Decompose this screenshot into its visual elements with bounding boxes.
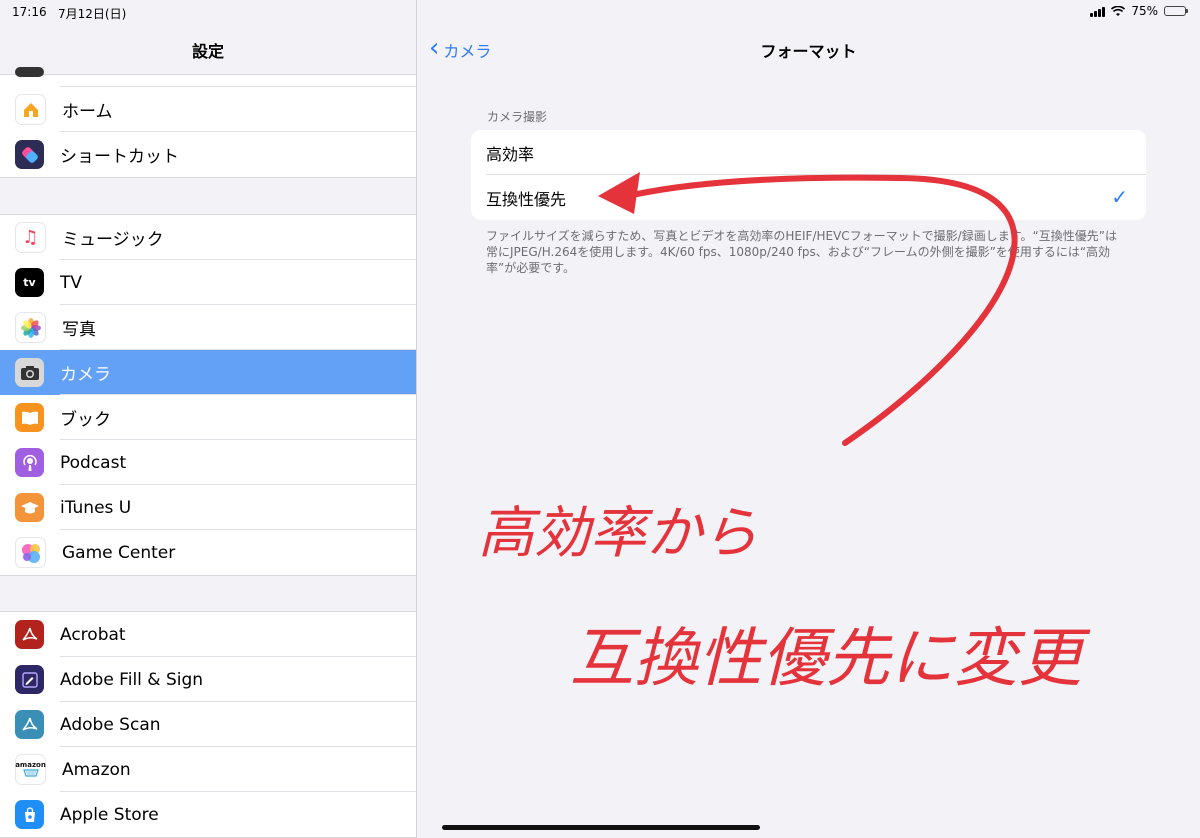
sidebar-item-label: iTunes U [60,497,132,518]
camera-icon [15,358,44,387]
podcast-icon [15,448,44,477]
partial-app-icon [15,67,44,77]
sidebar-item-label: カメラ [60,365,111,385]
sidebar-group-3: Acrobat Adobe Fill & Sign Adobe Scan ama… [0,611,416,838]
section-header: カメラ撮影 [487,110,548,124]
option-most-compatible[interactable]: 互換性優先 ✓ [471,175,1146,220]
checkmark-icon: ✓ [1111,185,1128,209]
option-label: 高効率 [486,144,535,164]
sidebar-item-label: ホーム [62,102,113,122]
home-icon [15,94,46,125]
sidebar-item-label: Apple Store [60,804,159,825]
sidebar-item-adobe-fill-sign[interactable]: Adobe Fill & Sign [0,657,416,702]
sidebar-item-music[interactable]: ♫ ミュージック [0,215,416,260]
sidebar-item-camera[interactable]: カメラ [0,350,416,395]
status-indicators: 75% [1090,4,1188,18]
adobe-scan-icon [15,710,44,739]
sidebar-item-label: Podcast [60,452,127,473]
option-label: 互換性優先 [486,189,567,209]
apple-store-icon [15,800,44,829]
sidebar-item-label: ショートカット [60,147,179,167]
sidebar-item-label: 写真 [62,320,96,340]
sidebar-item-label: Adobe Fill & Sign [60,669,204,690]
battery-icon [1164,6,1188,16]
sidebar-item-label: Acrobat [60,624,126,645]
sidebar-item-books[interactable]: ブック [0,395,416,440]
cellular-signal-icon [1090,6,1106,17]
acrobat-icon [15,620,44,649]
sidebar-item-photos[interactable]: 写真 [0,305,416,350]
option-high-efficiency[interactable]: 高効率 [471,130,1146,175]
page-title: フォーマット [760,42,857,61]
music-icon: ♫ [15,222,46,253]
sidebar-title: 設定 [191,42,224,61]
sidebar-group-1: ホーム ショートカット [0,67,416,178]
wifi-icon [1111,5,1126,16]
sidebar-item-amazon[interactable]: amazon Amazon [0,747,416,792]
sidebar-item-shortcuts[interactable]: ショートカット [0,132,416,177]
sidebar-item-label: Game Center [62,542,176,563]
home-indicator[interactable] [442,825,760,830]
sidebar-item-itunes-u[interactable]: iTunes U [0,485,416,530]
status-bar: 17:16 7月12日(日) 75% [0,0,1200,26]
amazon-icon: amazon [15,754,46,785]
sidebar-group-2: ♫ ミュージック tv TV 写真 カメラ ブック Podcast iTunes… [0,214,416,576]
amazon-wordmark: amazon [15,761,46,769]
itunes-u-icon [15,493,44,522]
battery-percent: 75% [1131,4,1158,18]
format-detail-pane: ‹ カメラ フォーマット カメラ撮影 高効率 互換性優先 ✓ ファイルサイズを減… [417,0,1200,838]
status-time: 17:16 [12,5,47,19]
status-date: 7月12日(日) [58,7,127,21]
sidebar-item-label: Adobe Scan [60,714,161,735]
sidebar-item-apple-store[interactable]: Apple Store [0,792,416,837]
tv-icon: tv [15,268,44,297]
sidebar-item-tv[interactable]: tv TV [0,260,416,305]
sidebar-item-home[interactable]: ホーム [0,87,416,132]
settings-sidebar: 設定 ホーム ショートカット ♫ ミュージック tv TV 写真 カメラ ブック… [0,0,417,838]
sidebar-item-label: ミュージック [62,230,164,250]
game-center-icon [15,537,46,568]
sidebar-item-podcast[interactable]: Podcast [0,440,416,485]
sidebar-item-adobe-scan[interactable]: Adobe Scan [0,702,416,747]
sidebar-item-label: TV [60,272,83,293]
adobe-fill-sign-icon [15,665,44,694]
shortcuts-icon [15,140,44,169]
sidebar-item-partial[interactable] [0,67,416,87]
sidebar-item-label: Amazon [62,759,131,780]
photos-icon [15,312,46,343]
books-icon [15,403,44,432]
section-footer: ファイルサイズを減らすため、写真とビデオを高効率のHEIF/HEVCフォーマット… [486,229,1117,275]
sidebar-item-acrobat[interactable]: Acrobat [0,612,416,657]
sidebar-item-game-center[interactable]: Game Center [0,530,416,575]
sidebar-item-label: ブック [60,410,111,430]
format-options-list: 高効率 互換性優先 ✓ [471,130,1146,220]
